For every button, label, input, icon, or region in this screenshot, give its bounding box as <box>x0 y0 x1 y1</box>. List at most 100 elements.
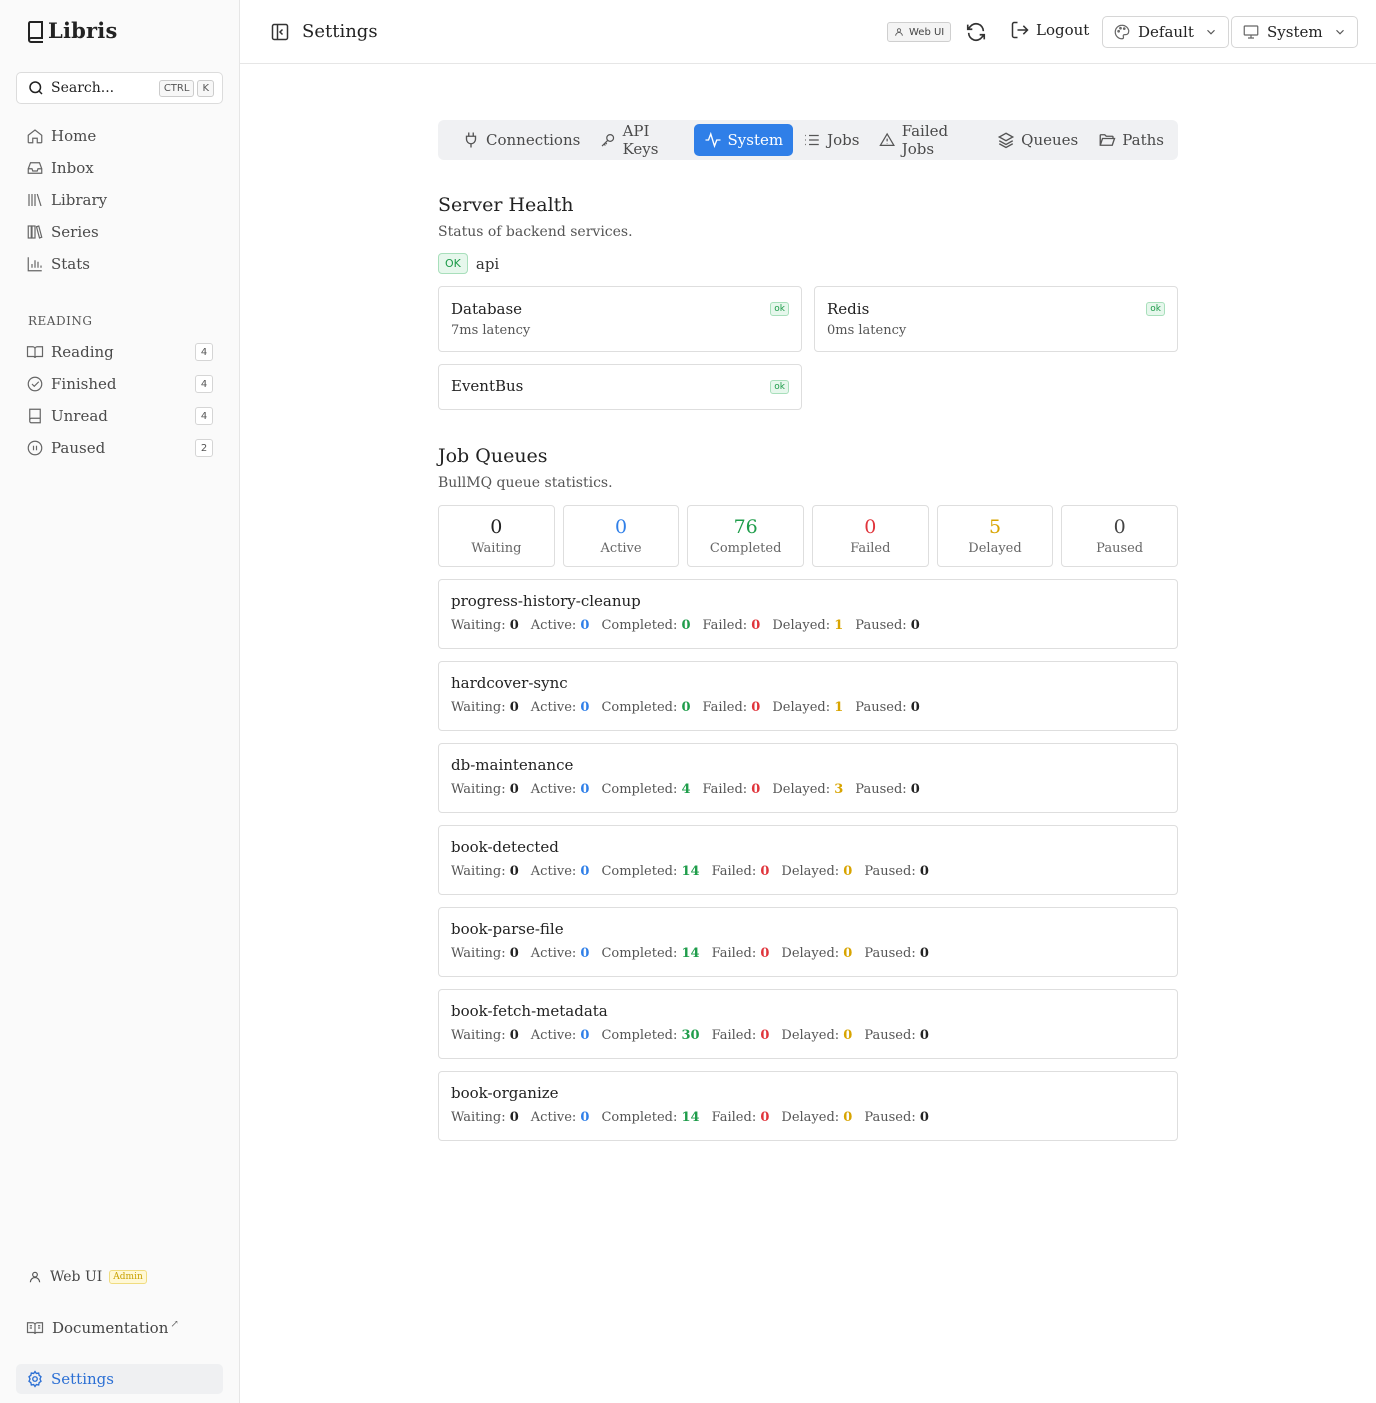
queue-stat-value: 0 <box>509 1110 519 1125</box>
tab-jobs[interactable]: Jobs <box>793 124 869 156</box>
kbd-ctrl: CTRL <box>158 79 195 97</box>
app-logo[interactable]: Libris <box>26 18 118 43</box>
queue-stat-completed: Completed: 0 <box>601 700 690 715</box>
settings-tabs: Connections API Keys System Jobs Failed … <box>438 120 1178 160</box>
queue-stat-value: 30 <box>681 1028 700 1043</box>
sidebar-item-library[interactable]: Library <box>16 184 223 216</box>
app-name: Libris <box>48 18 118 43</box>
search-icon <box>29 81 43 95</box>
user-menu[interactable]: Web UI Admin <box>28 1269 147 1285</box>
queue-stat-value: 0 <box>843 864 853 879</box>
stat-value: 0 <box>614 516 628 538</box>
tab-paths[interactable]: Paths <box>1088 124 1174 156</box>
sidebar-item-stats[interactable]: Stats <box>16 248 223 280</box>
tab-connections[interactable]: Connections <box>452 124 590 156</box>
queue-stat-value: 0 <box>509 1028 519 1043</box>
sidebar-item-inbox[interactable]: Inbox <box>16 152 223 184</box>
list-icon <box>805 134 819 146</box>
tab-system[interactable]: System <box>693 124 794 156</box>
queue-stat-active: Active: 0 <box>531 864 590 879</box>
sidebar-toggle-icon[interactable] <box>270 22 290 42</box>
queue-stat-delayed: Delayed: 1 <box>772 700 843 715</box>
queue-stat-label: Delayed: <box>781 1028 840 1043</box>
queue-stat-value: 0 <box>580 1028 590 1043</box>
queue-stat-value: 0 <box>509 864 519 879</box>
stat-label: Paused <box>1096 541 1144 556</box>
documentation-link[interactable]: Documentation ↗ <box>26 1319 179 1337</box>
stat-value: 76 <box>733 516 758 538</box>
external-link-icon: ↗ <box>170 1318 179 1330</box>
sidebar-item-unread[interactable]: Unread 4 <box>16 400 223 432</box>
stat-label: Active <box>600 541 642 556</box>
queue-stat-label: Delayed: <box>772 618 831 633</box>
queue-stat-label: Completed: <box>601 1028 678 1043</box>
queue-stat-waiting: Waiting: 0 <box>451 700 519 715</box>
queue-card-progress-history-cleanup: progress-history-cleanup Waiting: 0 Active… <box>438 579 1178 649</box>
queue-stat-active: Active: 0 <box>531 946 590 961</box>
queue-stat-label: Paused: <box>864 1110 916 1125</box>
book-icon <box>29 408 41 424</box>
status-badge: ok <box>770 302 789 316</box>
theme-select[interactable]: Default <box>1102 16 1229 48</box>
queue-stat-paused: Paused: 0 <box>855 700 920 715</box>
queue-stat-value: 0 <box>760 864 770 879</box>
queue-name: book-parse-file <box>451 920 564 938</box>
queue-stat-label: Failed: <box>711 1028 757 1043</box>
queue-name: book-fetch-metadata <box>451 1002 608 1020</box>
queue-totals-grid: 0 Waiting 0 Active 76 Completed 0 Failed 5 Delaye… <box>438 505 1178 567</box>
logout-button[interactable]: Logout <box>1010 20 1089 40</box>
tab-queues[interactable]: Queues <box>987 124 1088 156</box>
queue-stat-value: 0 <box>919 864 929 879</box>
mode-select[interactable]: System <box>1231 16 1358 48</box>
queue-stat-label: Failed: <box>702 618 748 633</box>
tab-api-keys[interactable]: API Keys <box>590 122 693 158</box>
queue-stat-label: Completed: <box>601 946 678 961</box>
sidebar-item-label: Paused <box>51 439 106 457</box>
stat-value: 0 <box>1113 516 1126 538</box>
queue-stat-label: Delayed: <box>781 864 840 879</box>
logout-label: Logout <box>1036 21 1090 39</box>
queue-stats: Waiting: 0 Active: 0 Completed: 14 Failed: … <box>451 1110 1165 1125</box>
page-title: Settings <box>302 21 378 42</box>
tab-failed-jobs[interactable]: Failed Jobs <box>869 122 987 158</box>
server-health-section: Server Health Status of backend services… <box>438 194 1178 410</box>
queue-stat-label: Waiting: <box>451 1110 506 1125</box>
sidebar-item-series[interactable]: Series <box>16 216 223 248</box>
service-name: EventBus <box>451 377 524 395</box>
queue-stat-label: Active: <box>530 864 577 879</box>
queue-stat-value: 14 <box>681 1110 700 1125</box>
queue-stat-label: Paused: <box>855 782 907 797</box>
queue-stat-paused: Paused: 0 <box>855 782 920 797</box>
search-input[interactable]: Search... CTRL K <box>16 72 223 104</box>
count-badge: 4 <box>195 343 213 361</box>
service-card-database: Database 7ms latency ok <box>438 286 802 352</box>
service-card-redis: Redis 0ms latency ok <box>814 286 1178 352</box>
sidebar-item-home[interactable]: Home <box>16 120 223 152</box>
webui-chip[interactable]: Web UI <box>887 22 952 42</box>
queue-card-book-parse-file: book-parse-file Waiting: 0 Active: 0 Comple… <box>438 907 1178 977</box>
queue-stat-label: Waiting: <box>451 864 506 879</box>
section-title: Server Health <box>438 194 574 216</box>
sidebar-item-paused[interactable]: Paused 2 <box>16 432 223 464</box>
queue-stat-value: 0 <box>681 618 691 633</box>
sidebar-item-reading[interactable]: Reading 4 <box>16 336 223 368</box>
sidebar-item-settings[interactable]: Settings <box>16 1364 223 1394</box>
queue-stat-waiting: Waiting: 0 <box>451 864 519 879</box>
queue-stat-delayed: Delayed: 0 <box>781 1110 852 1125</box>
sidebar-item-finished[interactable]: Finished 4 <box>16 368 223 400</box>
tab-label: Queues <box>1021 131 1079 149</box>
queue-stat-value: 0 <box>509 700 519 715</box>
refresh-icon[interactable] <box>965 21 987 43</box>
section-label-reading: READING <box>28 314 93 328</box>
sidebar-item-label: Home <box>51 127 97 145</box>
queue-stat-delayed: Delayed: 3 <box>772 782 843 797</box>
sidebar-item-label: Unread <box>51 407 108 425</box>
settings-content: Connections API Keys System Jobs Failed … <box>438 120 1178 1141</box>
queue-stat-label: Failed: <box>702 700 748 715</box>
tab-label: Connections <box>486 131 581 149</box>
queue-stat-value: 14 <box>681 864 700 879</box>
queue-name: progress-history-cleanup <box>451 592 641 610</box>
queue-stat-value: 0 <box>509 946 519 961</box>
queue-stats: Waiting: 0 Active: 0 Completed: 0 Failed: 0… <box>451 618 1165 633</box>
queue-stat-value: 0 <box>580 1110 590 1125</box>
